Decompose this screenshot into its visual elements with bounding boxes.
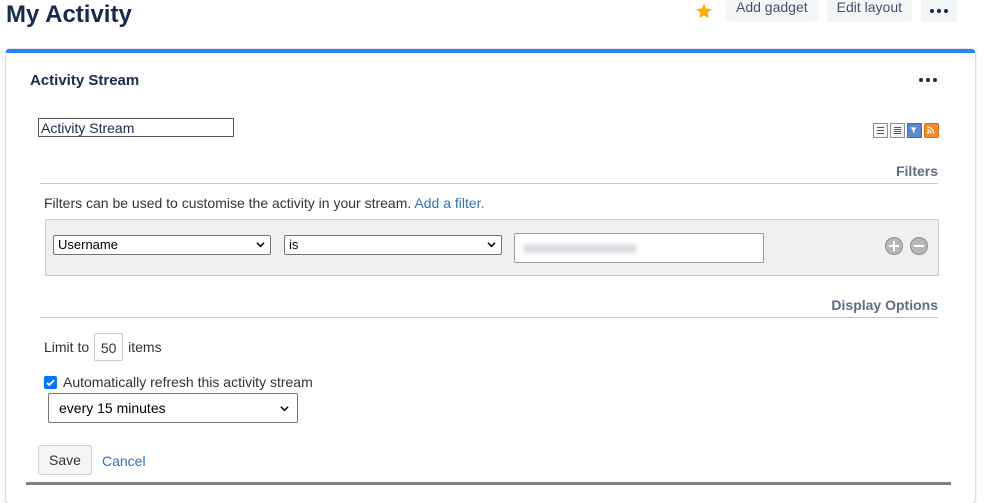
auto-refresh-row: Automatically refresh this activity stre…: [44, 374, 313, 390]
filter-field-select[interactable]: Username: [53, 235, 271, 255]
page-title: My Activity: [6, 1, 132, 28]
view-icons: [873, 123, 939, 138]
add-filter-link[interactable]: Add a filter.: [414, 195, 484, 211]
filter-row: Username is: [45, 219, 939, 276]
check-icon: [46, 378, 55, 386]
add-filter-button[interactable]: [885, 237, 903, 255]
list-view-icon[interactable]: [890, 123, 905, 138]
limit-input[interactable]: 50: [94, 333, 124, 361]
full-view-icon[interactable]: [873, 123, 888, 138]
filters-description: Filters can be used to customise the act…: [44, 195, 484, 211]
filter-value-input[interactable]: [514, 233, 764, 263]
filter-field-value: Username: [58, 237, 118, 252]
star-icon[interactable]: [691, 0, 717, 22]
refresh-interval-value: every 15 minutes: [59, 400, 166, 416]
refresh-interval-select[interactable]: every 15 minutes: [48, 393, 298, 423]
rss-feed-icon[interactable]: [924, 123, 939, 138]
chevron-down-icon: [256, 242, 265, 248]
activity-stream-gadget: Activity Stream Filters Filters can be u…: [6, 49, 975, 503]
chevron-down-icon: [280, 406, 289, 412]
edit-layout-button[interactable]: Edit layout: [826, 0, 912, 22]
limit-prefix: Limit to: [44, 339, 90, 355]
limit-suffix: items: [128, 339, 162, 355]
gadget-title: Activity Stream: [30, 72, 140, 89]
save-button[interactable]: Save: [38, 445, 92, 475]
add-gadget-button[interactable]: Add gadget: [726, 0, 818, 22]
more-horizontal-icon: [919, 78, 937, 82]
more-actions-button[interactable]: [921, 0, 957, 22]
stream-title-input[interactable]: [38, 118, 234, 137]
auto-refresh-checkbox[interactable]: [44, 375, 57, 389]
filters-description-text: Filters can be used to customise the act…: [44, 195, 412, 211]
bottom-divider: [26, 482, 951, 485]
display-options-heading: Display Options: [40, 297, 938, 318]
blurred-value: [523, 244, 637, 253]
auto-refresh-label: Automatically refresh this activity stre…: [63, 374, 313, 390]
cancel-link[interactable]: Cancel: [102, 453, 146, 469]
chevron-down-icon: [487, 242, 496, 248]
filter-view-icon[interactable]: [907, 123, 922, 138]
filter-operator-select[interactable]: is: [284, 235, 502, 255]
more-horizontal-icon: [930, 9, 948, 13]
limit-row: Limit to 50 items: [44, 333, 162, 361]
top-actions: Add gadget Edit layout: [691, 0, 957, 22]
remove-filter-button[interactable]: [910, 237, 928, 255]
gadget-menu-button[interactable]: [919, 78, 937, 82]
filter-operator-value: is: [289, 237, 299, 252]
filters-heading: Filters: [40, 163, 938, 184]
